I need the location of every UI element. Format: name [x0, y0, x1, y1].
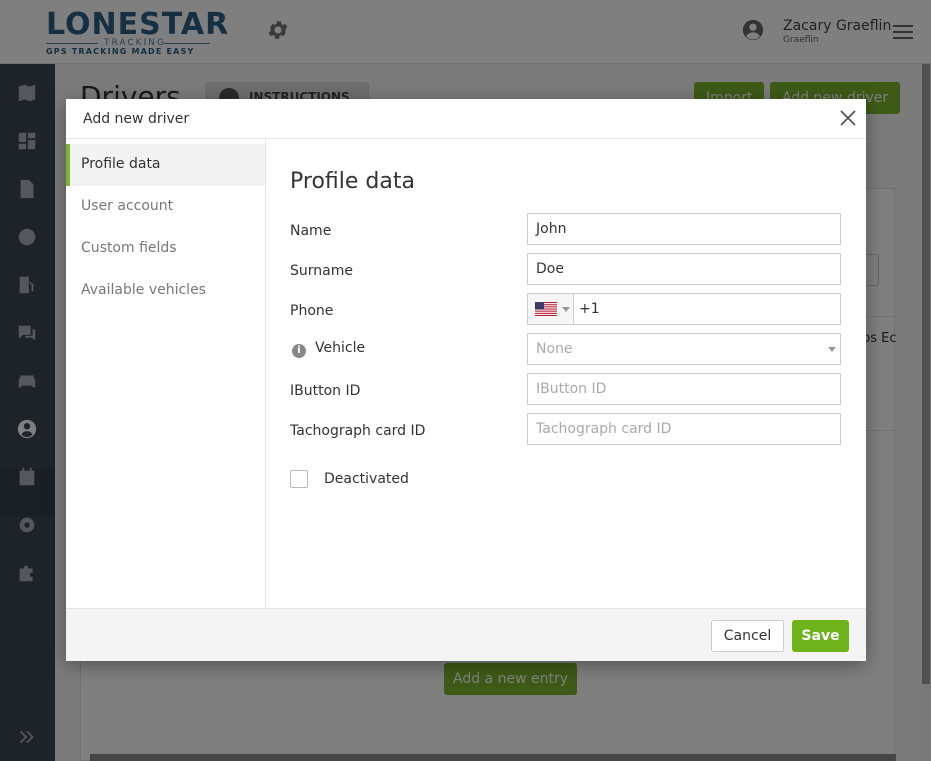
surname-label: Surname: [290, 263, 353, 279]
vehicle-select[interactable]: None: [527, 333, 841, 365]
name-field[interactable]: John: [527, 213, 841, 245]
phone-label: Phone: [290, 303, 334, 319]
modal-nav: Profile data User account Custom fields …: [66, 139, 266, 608]
vehicle-label: Vehicle: [315, 340, 366, 356]
chevron-down-icon: [828, 347, 836, 352]
us-flag-icon: [535, 302, 557, 316]
chevron-down-icon: [562, 307, 570, 312]
deactivated-checkbox[interactable]: [290, 470, 308, 488]
surname-field[interactable]: Doe: [527, 253, 841, 285]
modal-header: Add new driver: [66, 99, 866, 139]
close-icon[interactable]: [838, 108, 858, 128]
name-label: Name: [290, 223, 332, 239]
phone-value: +1: [579, 301, 600, 317]
add-driver-modal: Add new driver Profile data User account…: [66, 99, 866, 661]
nav-item-custom-fields[interactable]: Custom fields: [66, 228, 265, 270]
nav-item-user-account[interactable]: User account: [66, 186, 265, 228]
deactivated-label: Deactivated: [324, 471, 409, 487]
modal-footer: Cancel Save: [66, 608, 866, 661]
nav-item-profile-data[interactable]: Profile data: [66, 144, 265, 186]
nav-item-available-vehicles[interactable]: Available vehicles: [66, 270, 265, 312]
ibutton-field[interactable]: IButton ID: [527, 373, 841, 405]
country-selector[interactable]: [528, 294, 574, 324]
modal-body: Profile data Name John Surname Doe Phone: [267, 139, 866, 608]
section-title: Profile data: [290, 169, 415, 194]
vehicle-select-value: None: [536, 341, 573, 357]
tachograph-label: Tachograph card ID: [290, 423, 426, 439]
save-button[interactable]: Save: [792, 620, 849, 652]
modal-title: Add new driver: [83, 111, 190, 127]
ibutton-label: IButton ID: [290, 383, 361, 399]
info-icon: i: [292, 344, 306, 358]
tachograph-field[interactable]: Tachograph card ID: [527, 413, 841, 445]
phone-field[interactable]: +1: [527, 293, 841, 325]
cancel-button[interactable]: Cancel: [711, 620, 784, 652]
